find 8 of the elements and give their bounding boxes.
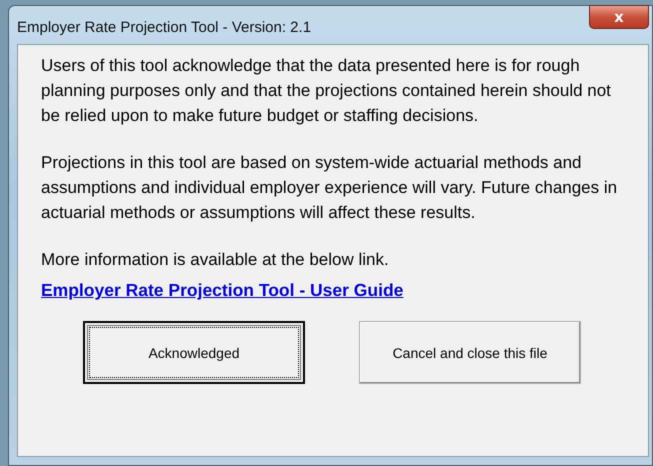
notice-paragraph: More information is available at the below link. (41, 249, 390, 271)
dialog-button[interactable]: Acknowledged (83, 321, 305, 384)
close-button[interactable]: x (589, 5, 649, 29)
dialog-button[interactable]: Cancel and close this file (359, 321, 581, 384)
window-title: Employer Rate Projection Tool - Version: 2.1 (17, 19, 312, 36)
notice-paragraph: Users of this tool acknowledge that the data presented here is for rough planning purposes only and that the projections contained herein should not be relied upon to make future budget or staffing decisions. (41, 55, 612, 127)
user-guide-link[interactable]: Employer Rate Projection Tool - User Guide (41, 280, 404, 301)
notice-paragraph: Projections in this tool are based on system-wide actuarial methods and assumptions and individual employer experience will vary. Future changes in actuarial methods or assumptions will affect these results. (41, 152, 618, 224)
